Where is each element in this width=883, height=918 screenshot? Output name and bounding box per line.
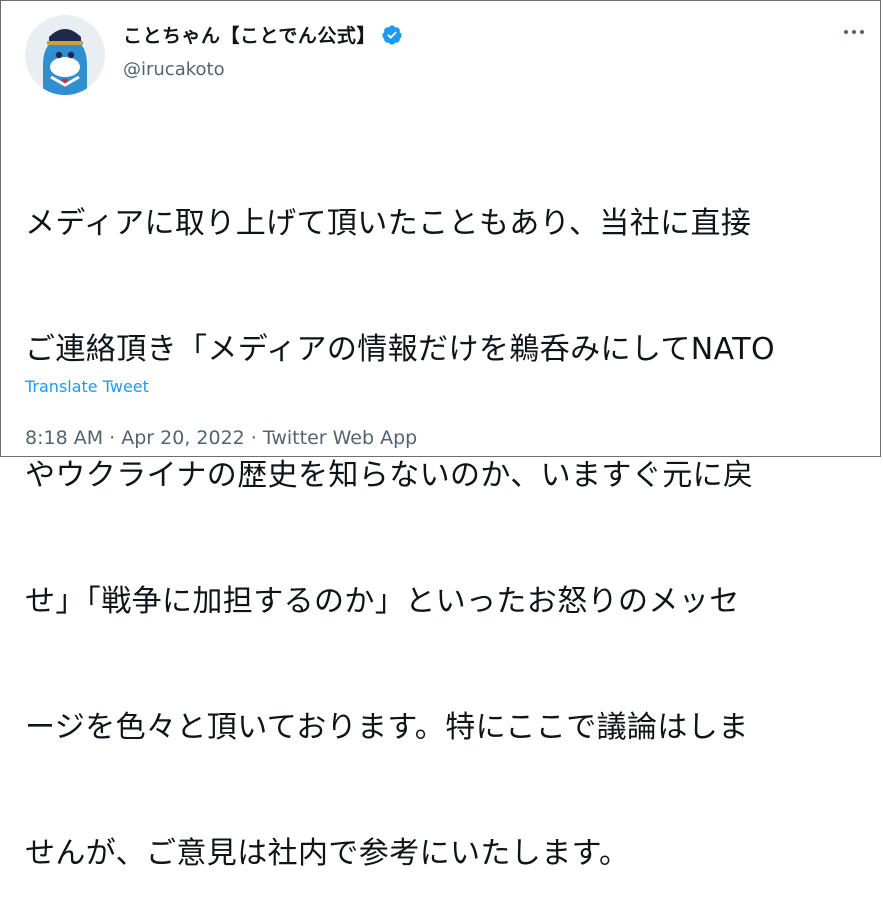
meta-separator: · <box>244 427 263 449</box>
tweet-date[interactable]: Apr 20, 2022 <box>121 427 245 449</box>
tweet-time[interactable]: 8:18 AM <box>25 427 103 449</box>
verified-badge-icon <box>382 24 402 45</box>
tweet-source[interactable]: Twitter Web App <box>263 427 417 449</box>
tweet-text-line: ご連絡頂き「メディアの情報だけを鵜呑みにしてNATO <box>25 332 775 367</box>
display-name[interactable]: ことちゃん【ことでん公式】 <box>123 21 376 48</box>
tweet-text-line: やウクライナの歴史を知らないのか、いますぐ元に戻 <box>25 458 754 493</box>
tweet-text-line: ージを色々と頂いております。特にここで議論はしま <box>25 710 749 745</box>
author-name-row[interactable]: ことちゃん【ことでん公式】 <box>123 21 403 48</box>
tweet-text: メディアに取り上げて頂いたこともあり、当社に直接 ご連絡頂き「メディアの情報だけ… <box>25 119 870 918</box>
tweet-card: ことちゃん【ことでん公式】 @irucakoto メディアに取り上げて頂いたこと… <box>0 0 881 871</box>
translate-tweet-link[interactable]: Translate Tweet <box>25 377 149 396</box>
avatar[interactable] <box>25 15 105 95</box>
tweet-metadata: 8:18 AM · Apr 20, 2022 · Twitter Web App <box>25 427 417 449</box>
author-handle[interactable]: @irucakoto <box>123 59 225 80</box>
tweet-text-line: メディアに取り上げて頂いたこともあり、当社に直接 <box>25 206 752 241</box>
tweet-text-line: せんが、ご意見は社内で参考にいたします。 <box>25 836 630 871</box>
meta-separator: · <box>103 427 122 449</box>
dolphin-mascot-icon <box>25 15 105 95</box>
tweet-text-line: せ」「戦争に加担するのか」といったお怒りのメッセ <box>25 584 740 619</box>
more-horizontal-icon[interactable] <box>842 27 866 37</box>
